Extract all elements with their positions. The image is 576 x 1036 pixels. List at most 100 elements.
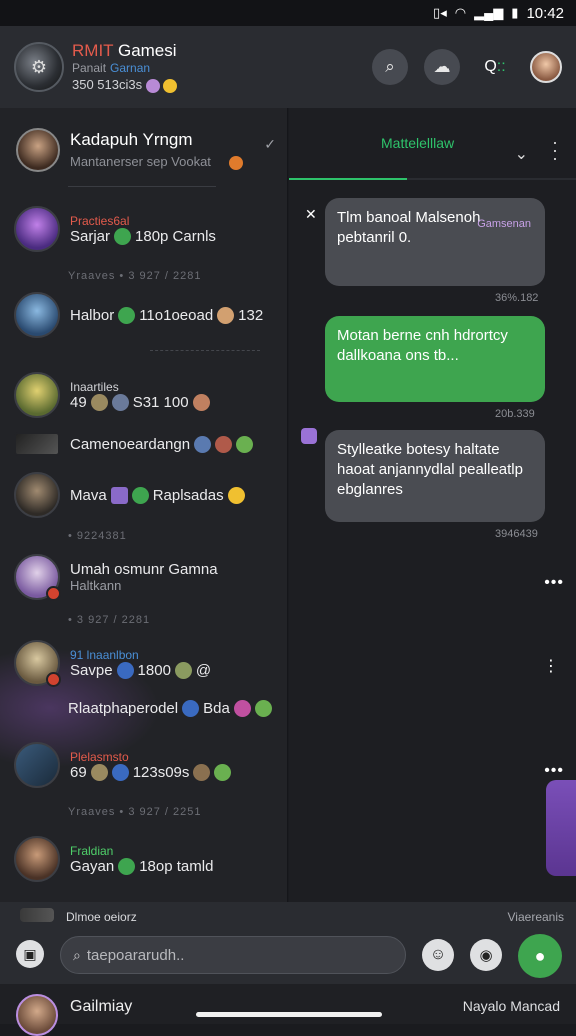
bottom-right-label: Viaereanis	[507, 910, 564, 924]
list-item[interactable]: 91 lnaanlbon Savpe 1800 @	[0, 640, 287, 687]
camera-icon: ◉	[479, 947, 493, 964]
close-icon[interactable]: ✕	[305, 206, 317, 223]
timestamp: • 9224381	[68, 530, 127, 542]
group-logo[interactable]: ⚙	[14, 42, 64, 92]
chevron-down-icon[interactable]: ⌄	[515, 144, 528, 164]
message-input-wrapper[interactable]: ⌕	[60, 936, 406, 974]
message-time: 36%.182	[495, 292, 539, 304]
battery-icon: ▮	[511, 5, 519, 20]
vibrate-icon: ▯◂	[433, 5, 447, 20]
attach-button[interactable]: ▣	[16, 940, 44, 968]
search-button[interactable]: ⌕	[372, 49, 408, 85]
emoji-icon	[90, 763, 108, 781]
weapon-icon	[14, 432, 60, 456]
profile-name: Gailmiay	[70, 998, 133, 1015]
more-horizontal-icon[interactable]: •••	[544, 574, 564, 592]
timestamp: Yraaves • 3 927 / 2251	[68, 806, 202, 818]
emoji-icon	[194, 435, 212, 453]
avatar	[14, 372, 60, 418]
divider	[150, 350, 260, 351]
side-drawer-handle[interactable]	[546, 780, 576, 876]
message-bubble[interactable]: Motan berne cnh hdrortcy dallkoana ons t…	[325, 316, 545, 402]
avatar	[14, 554, 61, 601]
chat-list: Kadapuh Yrngm Mantanerser sep Vookat ✓ P…	[0, 108, 288, 902]
conversation-title[interactable]: Mattelelllaw	[381, 135, 454, 151]
conversation-panel: Mattelelllaw ⌄ · · · ✕ Gamsenan Tlm banoal…	[289, 108, 576, 902]
list-item[interactable]: Halbor 11o1oeoad 132	[0, 292, 287, 338]
profile-status: Nayalo Mancad	[462, 998, 560, 1014]
list-item[interactable]: Inaartiles 49 S31 100	[0, 372, 287, 418]
avatar	[14, 836, 60, 882]
reaction-icon[interactable]	[301, 428, 317, 444]
status-badge	[46, 586, 61, 601]
status-badge	[46, 672, 61, 687]
chevron-down-icon[interactable]: ✓	[264, 136, 276, 153]
emoji-icon	[111, 763, 129, 781]
emoji-icon	[217, 306, 235, 324]
emoji-button[interactable]: ☺	[422, 939, 454, 971]
emoji-icon	[118, 306, 136, 324]
emoji-icon	[254, 700, 272, 717]
list-item[interactable]: Rlaatphaperodel Bda	[0, 700, 287, 717]
group-info[interactable]: RMIT Gamesi Panait Garnan 350 513ci3s	[72, 41, 222, 93]
image-icon: ▣	[23, 945, 37, 962]
message-input[interactable]	[86, 946, 387, 964]
message-time: 20b.339	[495, 408, 535, 420]
emoji-icon	[163, 78, 178, 93]
voice-icon: ●	[534, 945, 546, 966]
message-time: 3946439	[495, 528, 538, 540]
emoji-icon	[114, 227, 132, 245]
avatar	[14, 472, 60, 518]
timestamp: • 3 927 / 2281	[68, 614, 151, 626]
chat-button[interactable]: ☁	[424, 49, 460, 85]
list-item[interactable]: Plelasmsto 69 123s09s	[0, 742, 287, 788]
message-bubble[interactable]: Stylleatke botesy haltate haoat anjannyd…	[325, 430, 545, 522]
message-bubble[interactable]: Gamsenan Tlm banoal Malsenoh pebtanril 0…	[325, 198, 545, 286]
home-indicator[interactable]	[196, 1012, 382, 1017]
emoji-icon	[192, 393, 210, 411]
avatar	[16, 128, 60, 172]
app-header: ⚙ RMIT Gamesi Panait Garnan 350 513ci3s ⌕…	[0, 26, 576, 108]
emoji-icon	[233, 700, 251, 717]
avatar	[14, 742, 60, 788]
camera-button[interactable]: ◉	[470, 939, 502, 971]
emoji-icon	[131, 486, 149, 504]
list-item[interactable]: Practies6al Sarjar 180p Carnls	[0, 206, 287, 252]
profile-footer: Gailmiay Nayalo Mancad	[0, 984, 576, 1036]
group-subtitle: Panait Garnan	[72, 61, 151, 76]
emoji-icon	[116, 661, 134, 679]
send-button[interactable]: ●	[518, 934, 562, 978]
bottom-label: Dlmoe oeiorz	[66, 910, 137, 924]
emoji-icon	[111, 393, 129, 411]
emoji-icon	[145, 78, 160, 93]
wifi-icon: ◠	[454, 5, 467, 20]
search-icon: ⌕	[73, 946, 81, 963]
thumbnail-strip	[20, 908, 54, 922]
avatar[interactable]	[16, 994, 58, 1036]
clock: 10:42	[526, 4, 564, 22]
composer-bar: Dlmoe oeiorz Viaereanis ▣ ⌕ ☺ ◉ ●	[0, 902, 576, 984]
more-options-button[interactable]: Q::	[476, 58, 514, 76]
more-horizontal-icon[interactable]: •••	[544, 762, 564, 780]
signal-icon: ▂▄▆	[474, 5, 504, 20]
group-title: RMIT Gamesi	[72, 41, 177, 61]
chat-bubble-icon: ☁	[433, 57, 451, 76]
avatar	[14, 292, 60, 338]
emoji-icon	[118, 857, 136, 875]
emoji-icon	[90, 393, 108, 411]
more-vert-icon[interactable]: ⋮	[543, 656, 560, 676]
status-bar: ▯◂ ◠ ▂▄▆ ▮ 10:42	[0, 0, 576, 26]
list-item[interactable]: Mava Raplsadas	[0, 472, 287, 518]
list-item[interactable]: Umah osmunr Gamna Haltkann	[0, 554, 287, 601]
avatar[interactable]	[530, 51, 562, 83]
group-count: 350 513ci3s	[72, 77, 222, 93]
pinned-chat[interactable]: Kadapuh Yrngm Mantanerser sep Vookat ✓	[0, 108, 287, 192]
tab-indicator	[289, 178, 407, 180]
list-item[interactable]: Camenoeardangn	[0, 432, 287, 456]
search-icon: ⌕	[385, 57, 395, 76]
more-vert-icon[interactable]: · · ·	[552, 133, 558, 167]
list-item[interactable]: Fraldian Gayan 18op tamld	[0, 836, 287, 882]
conversation-header: Mattelelllaw ⌄ · · ·	[289, 108, 576, 180]
pinned-chat-sub: Mantanerser sep Vookat	[70, 154, 243, 170]
emoji-icon	[214, 763, 232, 781]
